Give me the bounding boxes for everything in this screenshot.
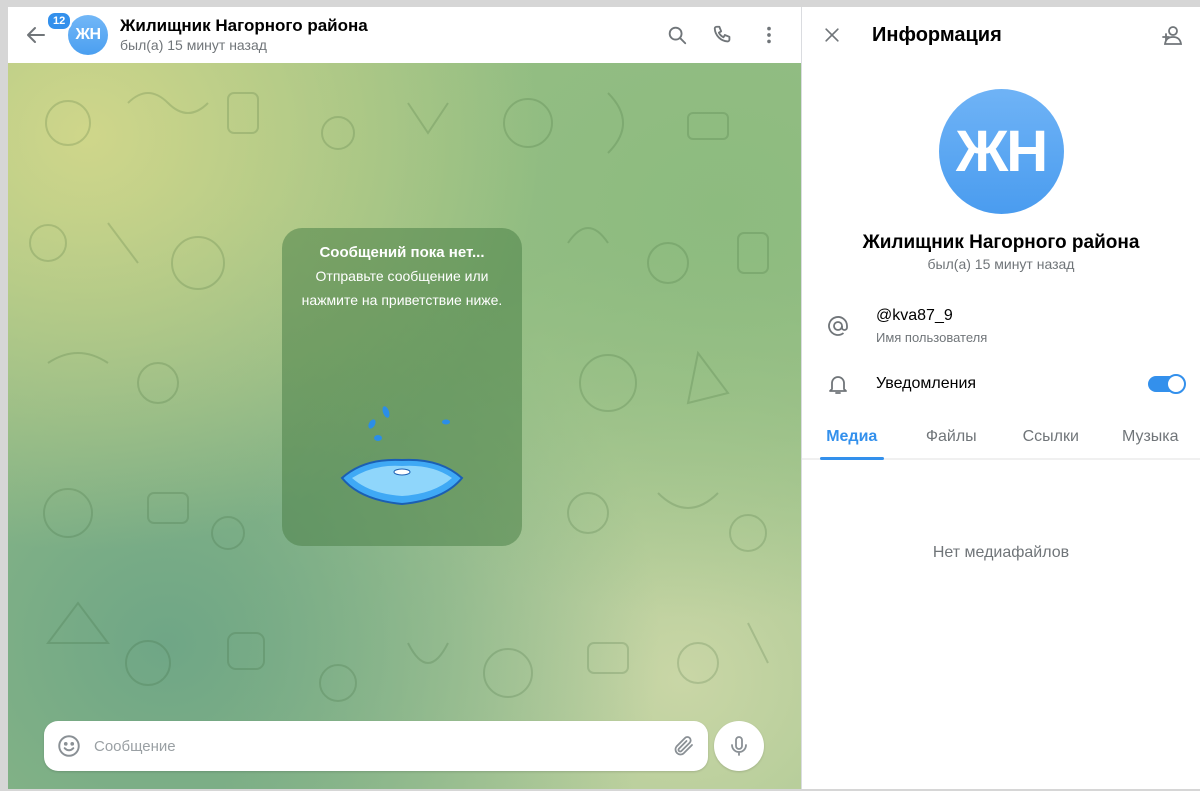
notifications-label: Уведомления	[876, 375, 977, 392]
close-info-button[interactable]	[814, 17, 850, 53]
add-contact-button[interactable]	[1154, 17, 1190, 53]
chat-status: был(а) 15 минут назад	[120, 37, 267, 53]
back-button[interactable]: 12	[8, 7, 73, 63]
chat-header-info[interactable]: Жилищник Нагорного района был(а) 15 мину…	[120, 16, 368, 54]
tab-links[interactable]: Ссылки	[1001, 416, 1101, 458]
emoji-icon[interactable]	[56, 733, 82, 759]
message-composer	[44, 721, 708, 771]
username-label: Имя пользователя	[876, 329, 988, 345]
at-icon	[824, 314, 852, 338]
username-value: @kva87_9	[876, 306, 953, 324]
call-button[interactable]	[705, 17, 741, 53]
chat-avatar[interactable]: ЖН	[68, 15, 108, 55]
tab-music[interactable]: Музыка	[1101, 416, 1200, 458]
notifications-toggle[interactable]	[1148, 374, 1186, 394]
attach-icon[interactable]	[672, 734, 696, 758]
chat-background: Сообщений пока нет... Отправьте сообщени…	[8, 63, 801, 789]
more-vertical-icon	[767, 26, 771, 44]
profile-block: ЖН Жилищник Нагорного района был(а) 15 м…	[802, 63, 1200, 272]
more-button[interactable]	[751, 17, 787, 53]
empty-media-text: Нет медиафайлов	[932, 544, 1070, 561]
voice-record-button[interactable]	[714, 721, 764, 771]
message-input[interactable]	[94, 737, 672, 755]
bell-icon	[824, 372, 852, 396]
profile-status: был(а) 15 минут назад	[927, 256, 1075, 272]
unread-badge: 12	[46, 11, 73, 31]
tab-files[interactable]: Файлы	[902, 416, 1002, 458]
mic-icon	[731, 736, 747, 756]
phone-icon	[713, 25, 731, 43]
info-header: Информация	[802, 7, 1200, 63]
chat-title: Жилищник Нагорного района	[120, 16, 368, 35]
info-title: Информация	[872, 23, 1002, 46]
shared-media-tabs: Медиа Файлы Ссылки Музыка	[802, 416, 1200, 460]
empty-chat-subtitle: Отправьте сообщение или нажмите на приве…	[301, 268, 503, 308]
username-row[interactable]: @kva87_9 Имя пользователя	[802, 294, 1200, 358]
search-button[interactable]	[659, 17, 695, 53]
username-text: @kva87_9 Имя пользователя	[876, 306, 987, 347]
chat-header-actions	[659, 7, 787, 63]
profile-avatar[interactable]: ЖН	[938, 89, 1064, 214]
search-icon	[668, 26, 687, 45]
notifications-row[interactable]: Уведомления	[802, 358, 1200, 410]
close-icon	[825, 28, 839, 42]
empty-chat-card: Сообщений пока нет... Отправьте сообщени…	[282, 228, 522, 546]
add-contact-icon	[1162, 26, 1183, 45]
greeting-sticker[interactable]	[334, 400, 470, 510]
chat-pane: 12 ЖН Жилищник Нагорного района был(а) 1…	[8, 7, 802, 789]
back-arrow-icon	[27, 27, 45, 43]
tab-media[interactable]: Медиа	[802, 416, 902, 460]
app-window: 12 ЖН Жилищник Нагорного района был(а) 1…	[8, 7, 1200, 789]
empty-chat-title: Сообщений пока нет...	[319, 244, 485, 261]
chat-header: 12 ЖН Жилищник Нагорного района был(а) 1…	[8, 7, 801, 63]
profile-name: Жилищник Нагорного района	[862, 232, 1140, 253]
info-pane: Информация ЖН Жилищник Нагорного района …	[802, 7, 1200, 789]
